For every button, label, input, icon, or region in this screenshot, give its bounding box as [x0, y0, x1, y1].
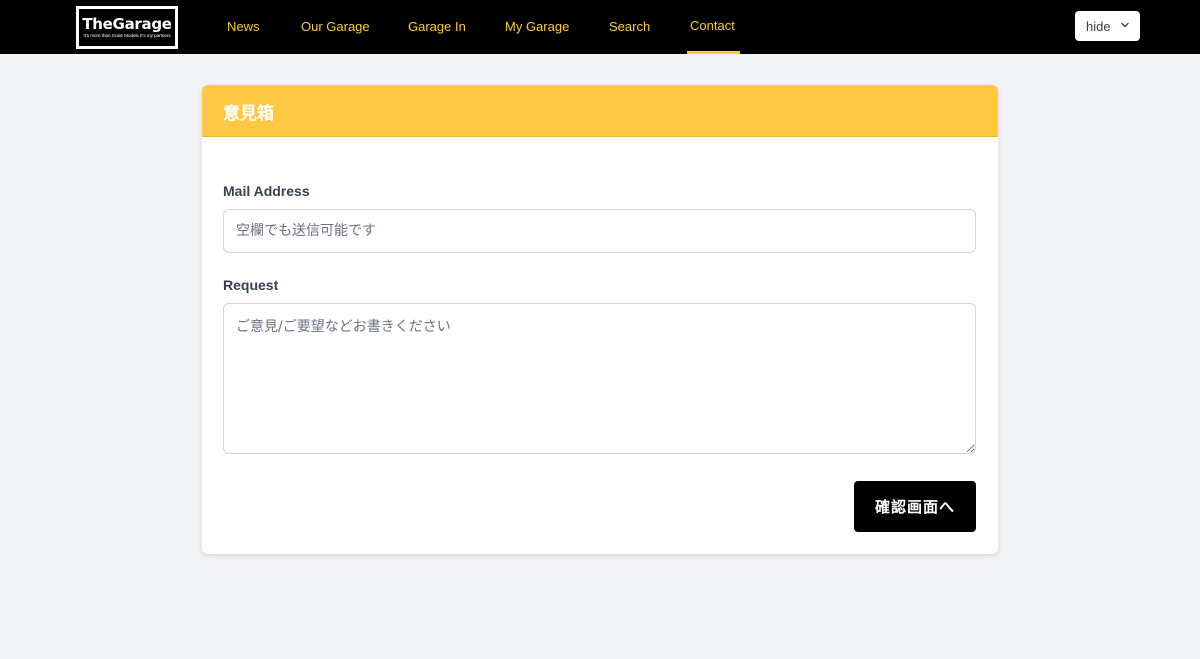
user-name: hide: [1086, 18, 1111, 34]
nav-item-our-garage[interactable]: Our Garage: [301, 0, 370, 54]
confirm-button[interactable]: 確認画面へ: [854, 481, 976, 532]
nav-item-news[interactable]: News: [227, 0, 260, 54]
active-nav-indicator: [687, 51, 740, 54]
top-navbar: TheGarage It's more than Scale Models It…: [0, 0, 1200, 54]
card-title: 意見箱: [223, 104, 274, 124]
request-label: Request: [223, 277, 279, 293]
nav-item-garage-in[interactable]: Garage In: [408, 0, 466, 54]
mail-address-label: Mail Address: [223, 183, 310, 199]
logo-tagline: It's more than Scale Models It's my part…: [83, 33, 171, 38]
logo-title: TheGarage: [82, 15, 172, 33]
nav-item-search[interactable]: Search: [609, 0, 650, 54]
mail-address-input[interactable]: [223, 209, 976, 253]
card-header: 意見箱: [202, 85, 998, 137]
contact-form-card: 意見箱 Mail Address Request 確認画面へ: [202, 85, 998, 554]
nav-item-contact[interactable]: Contact: [690, 0, 735, 54]
user-menu-button[interactable]: hide: [1075, 11, 1140, 41]
chevron-down-icon: [1121, 22, 1129, 28]
request-textarea[interactable]: [223, 303, 976, 454]
nav-item-my-garage[interactable]: My Garage: [505, 0, 569, 54]
brand-logo[interactable]: TheGarage It's more than Scale Models It…: [76, 6, 178, 49]
